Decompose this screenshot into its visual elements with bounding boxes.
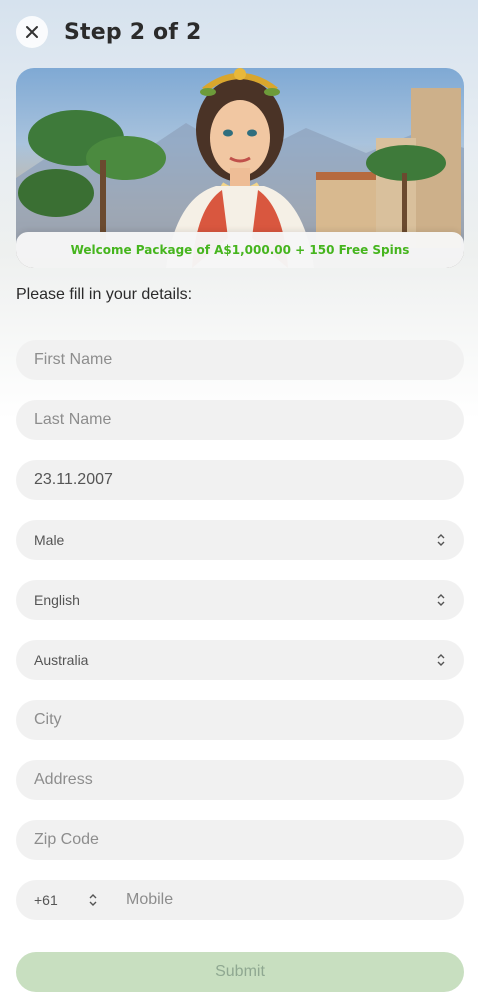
promo-strip: Welcome Package of A$1,000.00 + 150 Free… — [16, 232, 464, 268]
updown-arrows-icon — [437, 594, 445, 606]
last-name-field — [16, 400, 464, 440]
first-name-field — [16, 340, 464, 380]
mobile-input-wrapper — [112, 891, 464, 909]
country-select[interactable]: Australia — [16, 640, 464, 680]
phone-field: +61 — [16, 880, 464, 920]
updown-arrows-icon — [437, 654, 445, 666]
submit-button[interactable]: Submit — [16, 952, 464, 992]
header: Step 2 of 2 — [16, 16, 462, 48]
address-field — [16, 760, 464, 800]
language-select-value: English — [34, 592, 80, 608]
page-title: Step 2 of 2 — [64, 19, 202, 45]
city-field — [16, 700, 464, 740]
mobile-input[interactable] — [126, 891, 450, 909]
close-icon — [26, 26, 38, 38]
first-name-input[interactable] — [34, 351, 446, 369]
birth-date-input[interactable] — [34, 471, 446, 489]
last-name-input[interactable] — [34, 411, 446, 429]
gender-select[interactable]: Male — [16, 520, 464, 560]
country-select-value: Australia — [34, 652, 89, 668]
language-select[interactable]: English — [16, 580, 464, 620]
form-instructions: Please fill in your details: — [16, 286, 193, 303]
address-input[interactable] — [34, 771, 446, 789]
gender-select-value: Male — [34, 532, 65, 548]
city-input[interactable] — [34, 711, 446, 729]
close-button[interactable] — [16, 16, 48, 48]
zip-code-input[interactable] — [34, 831, 446, 849]
country-code-select[interactable]: +61 — [16, 880, 112, 920]
promo-banner: Welcome Package of A$1,000.00 + 150 Free… — [16, 68, 464, 268]
birth-date-field — [16, 460, 464, 500]
updown-arrows-icon — [437, 534, 445, 546]
country-code-value: +61 — [34, 892, 58, 908]
updown-arrows-icon — [89, 894, 97, 906]
zip-code-field — [16, 820, 464, 860]
promo-text: Welcome Package of A$1,000.00 + 150 Free… — [70, 243, 410, 257]
